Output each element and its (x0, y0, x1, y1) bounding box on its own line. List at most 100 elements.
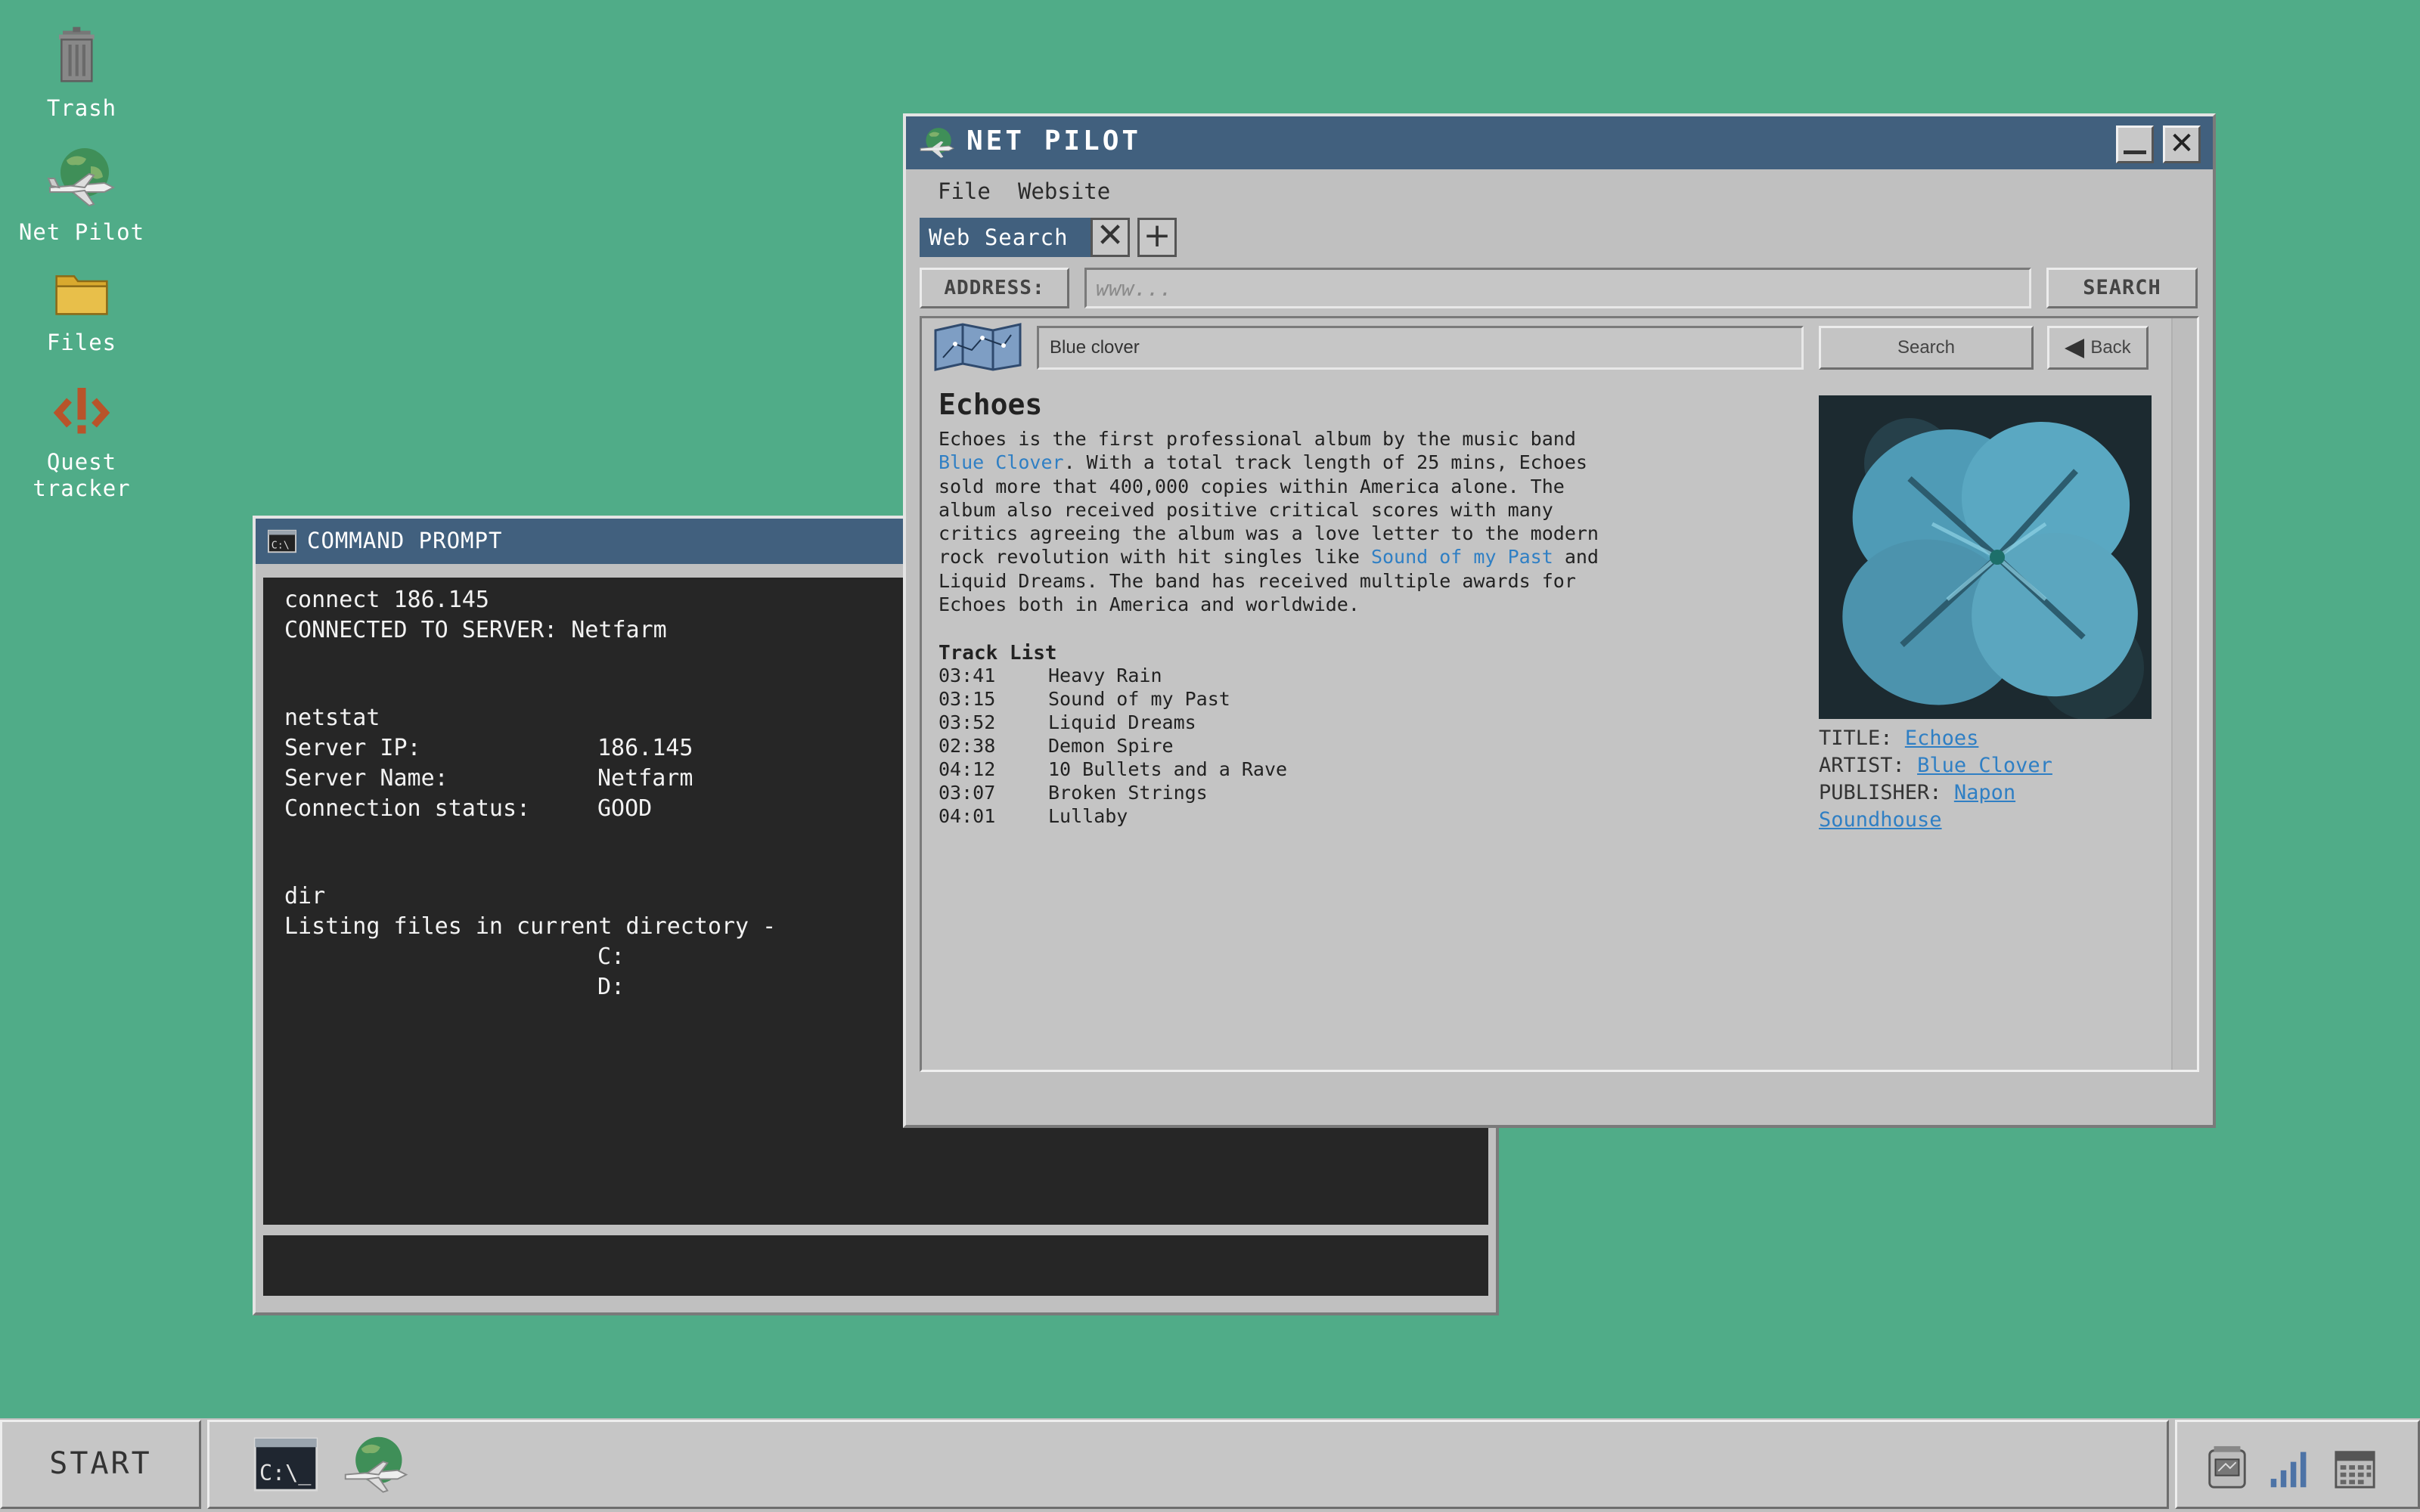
track-name: Liquid Dreams (1048, 711, 1196, 733)
net-pilot-globe-icon[interactable] (341, 1433, 411, 1502)
net-pilot-globe-icon (47, 148, 116, 207)
track-time: 02:38 (939, 735, 996, 757)
console-value: C: (597, 943, 625, 970)
meta-publisher-label: PUBLISHER: (1819, 781, 1942, 804)
track-time: 03:52 (939, 711, 996, 733)
plus-icon: + (1143, 216, 1171, 255)
article-title: Echoes (939, 388, 1043, 421)
console-line: CONNECTED TO SERVER: Netfarm (284, 617, 667, 643)
link-blue-clover[interactable]: Blue Clover (939, 451, 1064, 473)
meta-title: TITLE: Echoes (1819, 725, 2159, 752)
track-name: Sound of my Past (1048, 688, 1230, 710)
close-button[interactable]: ✕ (2163, 125, 2201, 163)
track-row: 04:01 Lullaby (939, 805, 1128, 827)
net-pilot-window: NET PILOT ✕ File Website Web Search ✕ + … (903, 113, 2216, 1128)
track-time: 03:15 (939, 688, 996, 710)
menu-website[interactable]: Website (1018, 178, 1110, 204)
signal-bars-icon[interactable] (2266, 1448, 2312, 1490)
minimize-icon (2124, 150, 2146, 154)
back-label: Back (2090, 337, 2131, 358)
console-line: netstat (284, 705, 380, 731)
command-prompt-icon[interactable]: C:\_ (253, 1437, 318, 1492)
tab-label: Web Search (929, 225, 1069, 250)
track-row: 03:07 Broken Strings (939, 782, 1208, 804)
desktop-icon-label: Trash (46, 95, 117, 121)
svg-text:C:\_: C:\_ (259, 1461, 312, 1486)
track-row: 04:12 10 Bullets and a Rave (939, 758, 1287, 780)
desktop-icon-label: Net Pilot (18, 219, 145, 245)
command-prompt-title: COMMAND PROMPT (307, 528, 503, 553)
track-time: 04:01 (939, 805, 996, 827)
address-input[interactable] (1084, 268, 2031, 308)
new-tab-button[interactable]: + (1137, 218, 1177, 257)
track-row: 02:38 Demon Spire (939, 735, 1174, 757)
meta-title-link[interactable]: Echoes (1905, 727, 1979, 750)
console-value: 186.145 (597, 735, 693, 761)
desktop-icon-quest-tracker[interactable]: Quest tracker (6, 380, 157, 502)
net-pilot-titlebar[interactable]: NET PILOT ✕ (906, 116, 2213, 169)
track-name: Lullaby (1048, 805, 1128, 827)
close-icon: ✕ (2169, 126, 2195, 161)
link-sound-of-my-past[interactable]: Sound of my Past (1371, 546, 1553, 568)
track-time: 04:12 (939, 758, 996, 780)
console-line: Server Name: (284, 765, 448, 792)
article-text: Echoes is the first professional album b… (939, 428, 1576, 450)
calendar-icon[interactable] (2333, 1446, 2377, 1490)
web-page: Search Back Echoes Echoes is the first p… (920, 316, 2199, 1072)
desktop-icon-trash[interactable]: Trash (6, 20, 157, 122)
console-line: Connection status: (284, 795, 531, 822)
svg-text:C:\: C:\ (271, 541, 290, 552)
trash-can-icon (59, 26, 95, 82)
track-name: Broken Strings (1048, 782, 1208, 804)
console-line: Listing files in current directory - (284, 913, 777, 940)
desktop-icon-files[interactable]: Files (6, 266, 157, 356)
console-value: D: (597, 974, 625, 1000)
address-search-button[interactable]: SEARCH (2046, 268, 2198, 308)
menu-file[interactable]: File (938, 178, 991, 204)
page-search-input[interactable] (1037, 326, 1804, 370)
desktop-icon-net-pilot[interactable]: Net Pilot (6, 144, 157, 246)
console-line: Server IP: (284, 735, 421, 761)
track-name: Demon Spire (1048, 735, 1174, 757)
minimize-button[interactable] (2116, 125, 2154, 163)
quest-tracker-icon (53, 388, 110, 434)
meta-artist-link[interactable]: Blue Clover (1917, 754, 2052, 777)
desktop-icon-label: Files (46, 330, 117, 355)
console-line: connect 186.145 (284, 587, 489, 613)
console-value: GOOD (597, 795, 653, 822)
map-icon (934, 323, 1022, 371)
album-cover-clover-image (1819, 395, 2152, 719)
folder-icon (55, 275, 108, 315)
page-search-button[interactable]: Search (1819, 326, 2034, 370)
network-device-icon[interactable] (2204, 1445, 2250, 1492)
start-button[interactable]: START (0, 1420, 201, 1509)
track-time: 03:07 (939, 782, 996, 804)
system-tray (2175, 1420, 2420, 1509)
page-scrollbar[interactable] (2171, 318, 2197, 1070)
taskbar-apps: C:\_ (207, 1420, 2169, 1509)
net-pilot-globe-icon (920, 128, 955, 158)
taskbar: START C:\_ (0, 1418, 2420, 1512)
desktop-icon-label: Quest tracker (33, 449, 131, 501)
meta-title-label: TITLE: (1819, 727, 1893, 750)
meta-publisher: PUBLISHER: Napon Soundhouse (1819, 779, 2068, 834)
close-icon: ✕ (1096, 216, 1125, 255)
close-tab-button[interactable]: ✕ (1091, 218, 1130, 257)
meta-artist-label: ARTIST: (1819, 754, 1905, 777)
track-row: 03:15 Sound of my Past (939, 688, 1230, 710)
article-body: Echoes is the first professional album b… (939, 427, 1619, 616)
net-pilot-title: NET PILOT (966, 125, 1142, 156)
track-time: 03:41 (939, 665, 996, 686)
track-row: 03:41 Heavy Rain (939, 665, 1162, 686)
tab-web-search[interactable]: Web Search (920, 218, 1092, 257)
back-button[interactable]: Back (2047, 326, 2149, 370)
console-value: Netfarm (597, 765, 693, 792)
console-input[interactable] (263, 1235, 1488, 1296)
command-prompt-icon: C:\ (268, 529, 296, 553)
track-name: Heavy Rain (1048, 665, 1162, 686)
track-list-header: Track List (939, 642, 1057, 665)
track-row: 03:52 Liquid Dreams (939, 711, 1196, 733)
address-label: ADDRESS: (920, 268, 1069, 308)
back-arrow-icon (2065, 338, 2085, 358)
console-line: dir (284, 883, 326, 909)
